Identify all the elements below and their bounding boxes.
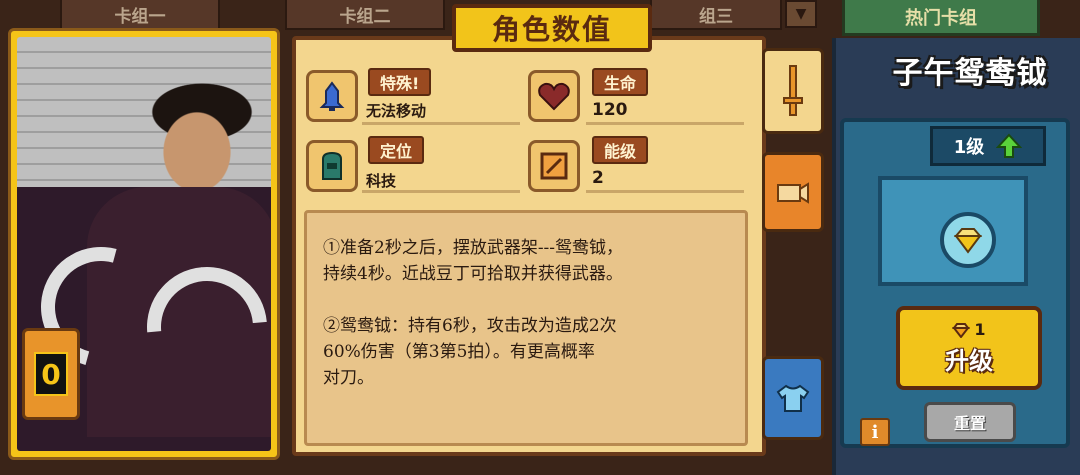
skill-description-p1: ①准备2秒之后，摆放武器架---鸳鸯钺， 持续4秒。近战豆丁可拾取并获得武器。 [323,238,624,284]
tab-video[interactable] [762,152,824,232]
shirt-icon [776,384,810,412]
energy-level-icon [528,140,580,192]
deck-dropdown-button[interactable]: ▼ [785,0,817,28]
stat-divider [586,122,744,125]
panel-title: 角色数值 [452,4,652,52]
special-value: 无法移动 [366,102,427,120]
card-cost-badge: 0 [22,328,80,420]
gem-icon [952,322,971,338]
arrow-up-icon [996,133,1023,158]
info-icon[interactable]: i [860,418,890,446]
sword-icon [783,65,803,116]
weapon-orb-icon [940,212,996,268]
deck-tab-2[interactable]: 卡组二 [285,0,445,30]
deck-tab-1[interactable]: 卡组一 [60,0,220,30]
health-label: 生命 [592,68,649,96]
chevron-down-icon: ▼ [795,6,807,22]
heart-icon [528,70,580,122]
health-value: 120 [592,100,628,120]
position-value: 科技 [366,172,397,190]
position-label: 定位 [368,136,425,164]
camera-icon [777,182,809,204]
tab-skin[interactable] [762,356,824,440]
stat-divider [586,190,744,193]
hot-deck-tab[interactable]: 热门卡组 [842,0,1040,36]
upgrade-button[interactable]: 1 升级 [896,306,1042,390]
upgrade-button-label: 升级 [945,347,993,375]
helmet-icon [306,140,358,192]
special-label: 特殊! [368,68,432,96]
energy-level-label: 能级 [592,136,649,164]
weapon-name: 子午鸳鸯钺 [892,56,1048,91]
skill-description: ①准备2秒之后，摆放武器架---鸳鸯钺， 持续4秒。近战豆丁可拾取并获得武器。 … [304,210,748,446]
stat-divider [362,190,520,193]
weapon-level-bar: 1级 [930,126,1046,166]
stat-divider [362,122,520,125]
bell-icon [306,70,358,122]
upgrade-cost-value: 1 [974,320,986,339]
card-cost: 0 [34,352,68,396]
upgrade-cost: 1 [952,320,986,339]
skill-description-p2: ②鸳鸯钺：持有6秒，攻击改为造成2次 60%伤害（第3第5拍）。有更高概率 对刀… [323,316,617,388]
deck-tab-3[interactable]: 组三 [650,0,782,30]
energy-level-value: 2 [592,168,604,188]
tab-stats[interactable] [762,48,824,134]
weapon-level: 1级 [953,137,985,158]
reset-button[interactable]: 重置 [924,402,1016,442]
